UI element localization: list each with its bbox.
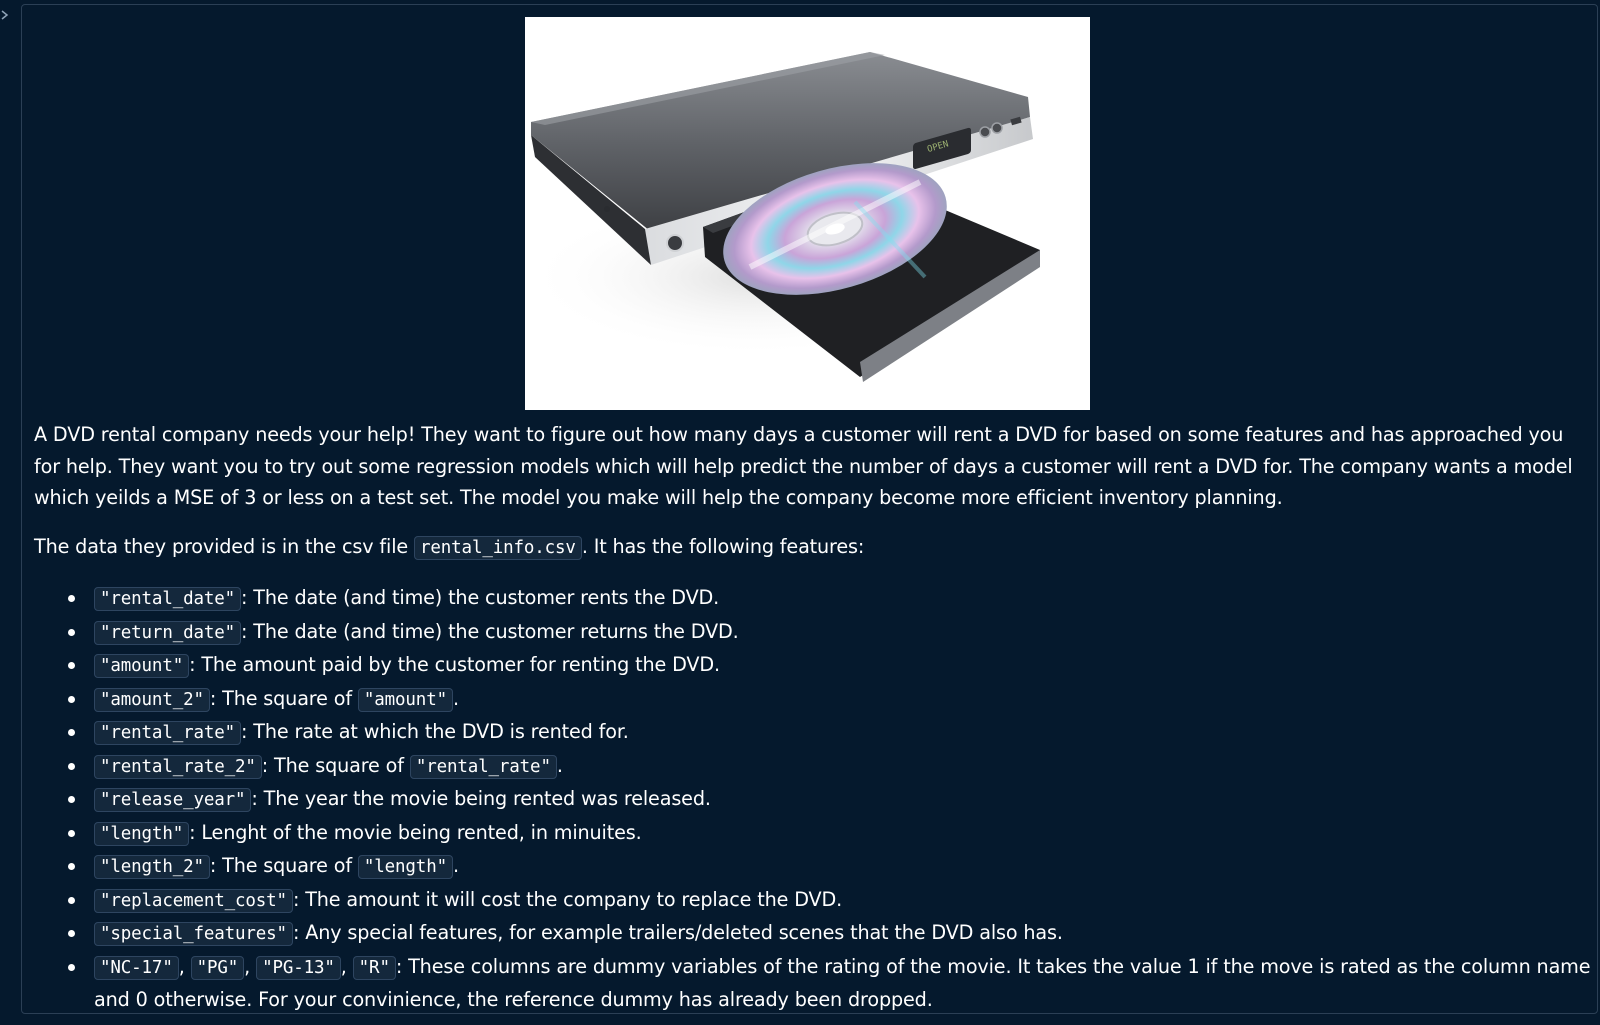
data-source-paragraph: The data they provided is in the csv fil… <box>34 531 1594 565</box>
feature-description: : Any special features, for example trai… <box>292 921 1063 944</box>
bullet-icon <box>68 662 75 669</box>
feature-description: : The square of <box>261 753 410 777</box>
feature-description: : The square of <box>209 854 358 877</box>
bullet-icon <box>68 796 75 803</box>
feature-code: "amount_2" <box>94 687 210 712</box>
cell-content: A DVD rental company needs your help! Th… <box>34 419 1594 1016</box>
list-item: "amount": The amount paid by the custome… <box>68 649 1594 683</box>
list-item: "rental_rate_2": The square of "rental_r… <box>68 750 1594 784</box>
rating-code-r: "R" <box>352 955 396 980</box>
feature-description: : The square of <box>209 686 358 710</box>
feature-tail: . <box>452 854 459 877</box>
feature-tail: . <box>452 686 459 710</box>
feature-list: "rental_date": The date (and time) the c… <box>34 582 1594 1016</box>
bullet-icon <box>68 930 75 937</box>
feature-description: : The amount it will cost the company to… <box>292 887 843 911</box>
list-item: "length_2": The square of "length". <box>68 850 1594 884</box>
feature-code: "length" <box>94 821 190 846</box>
feature-code: "special_features" <box>94 922 293 946</box>
feature-code: "amount" <box>94 654 190 678</box>
feature-description: : The rate at which the DVD is rented fo… <box>241 720 629 743</box>
rating-separator: , <box>178 954 191 978</box>
feature-code: "rental_rate" <box>94 721 242 745</box>
list-item: "rental_rate": The rate at which the DVD… <box>68 716 1594 750</box>
data-source-suffix: . It has the following features: <box>581 534 865 558</box>
feature-code: "return_date" <box>94 620 242 645</box>
rating-code-nc17: "NC-17" <box>94 955 179 980</box>
intro-paragraph: A DVD rental company needs your help! Th… <box>34 423 1573 509</box>
bullet-icon <box>68 628 75 636</box>
feature-description: : The date (and time) the customer retur… <box>241 619 739 643</box>
list-item: "rental_date": The date (and time) the c… <box>68 582 1594 616</box>
dvd-player-illustration: OPEN <box>525 52 1040 382</box>
bullet-icon <box>68 863 75 870</box>
list-item: "return_date": The date (and time) the c… <box>68 616 1594 650</box>
list-item: "release_year": The year the movie being… <box>68 783 1594 817</box>
list-item: "NC-17", "PG", "PG-13", "R": These colum… <box>68 951 1594 1016</box>
bullet-icon <box>68 595 75 602</box>
list-item: "amount_2": The square of "amount". <box>68 683 1594 717</box>
rating-code-pg13: "PG-13" <box>256 955 341 980</box>
list-item: "replacement_cost": The amount it will c… <box>68 884 1594 918</box>
feature-code: "replacement_cost" <box>94 888 293 913</box>
bullet-icon <box>68 729 75 736</box>
feature-reference-code: "length" <box>357 855 453 879</box>
rating-separator: , <box>340 954 353 978</box>
feature-code: "release_year" <box>94 788 252 812</box>
feature-reference-code: "rental_rate" <box>409 754 557 779</box>
markdown-cell[interactable]: OPEN A DVD rental company needs your hel… <box>21 4 1598 1014</box>
feature-code: "rental_date" <box>94 587 242 611</box>
feature-reference-code: "amount" <box>357 687 453 712</box>
feature-description: : Lenght of the movie being rented, in m… <box>189 820 642 844</box>
rating-separator: , <box>244 954 257 978</box>
bullet-icon <box>68 963 75 971</box>
feature-code: "length_2" <box>94 855 210 879</box>
list-item: "length": Lenght of the movie being rent… <box>68 817 1594 851</box>
cell-collapse-icon[interactable] <box>0 8 10 22</box>
feature-tail: . <box>556 753 563 777</box>
bullet-icon <box>68 762 75 770</box>
data-source-prefix: The data they provided is in the csv fil… <box>34 534 415 558</box>
bullet-icon <box>68 829 75 837</box>
bullet-icon <box>68 695 75 703</box>
feature-description: : The year the movie being rented was re… <box>251 787 711 810</box>
feature-description: : The date (and time) the customer rents… <box>241 586 720 609</box>
rating-code-pg: "PG" <box>190 955 245 980</box>
bullet-icon <box>68 896 75 904</box>
list-item: "special_features": Any special features… <box>68 917 1594 951</box>
feature-description: : The amount paid by the customer for re… <box>189 653 720 676</box>
feature-code: "rental_rate_2" <box>94 754 262 779</box>
dvd-player-image: OPEN <box>525 17 1090 410</box>
csv-file-name: rental_info.csv <box>414 535 582 560</box>
